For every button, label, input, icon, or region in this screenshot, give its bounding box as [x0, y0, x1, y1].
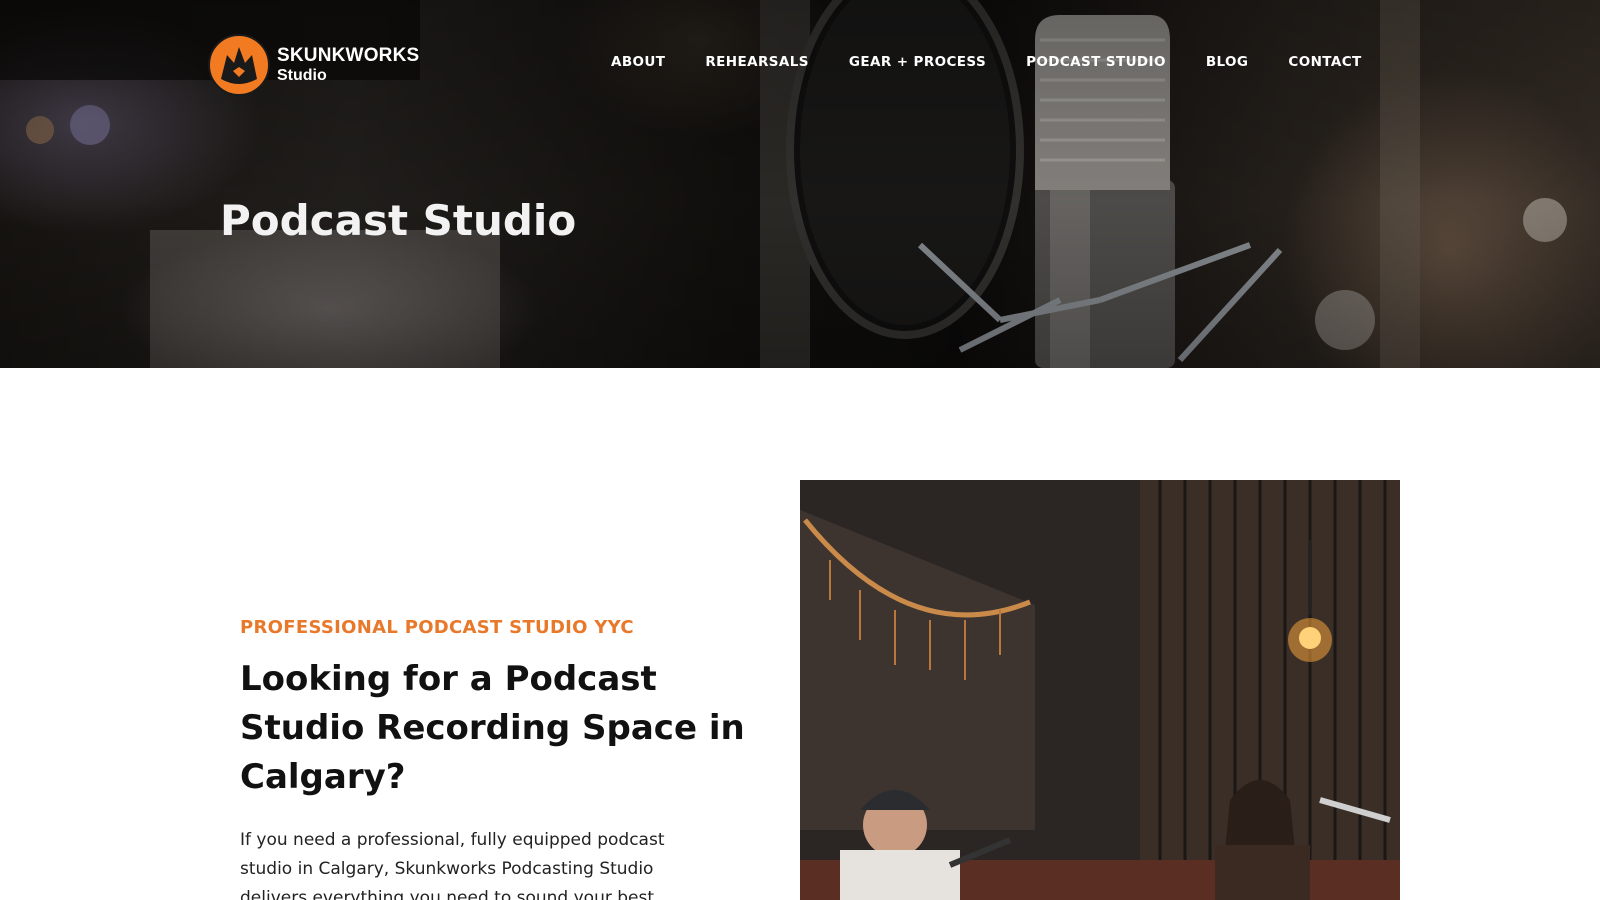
nav-blog[interactable]: BLOG — [1206, 54, 1249, 70]
page-title: Podcast Studio — [220, 196, 577, 245]
logo-wordmark: SKUNKWORKS Studio — [277, 46, 419, 84]
skunk-logo-icon — [208, 34, 270, 96]
section-eyebrow: PROFESSIONAL PODCAST STUDIO YYC — [240, 617, 634, 638]
nav-rehearsals[interactable]: REHEARSALS — [705, 54, 808, 70]
studio-photo-illustration — [800, 480, 1400, 900]
logo-line-1: SKUNKWORKS — [277, 45, 420, 66]
nav-gear-process[interactable]: GEAR + PROCESS — [849, 54, 986, 70]
section-headline: Looking for a Podcast Studio Recording S… — [240, 659, 745, 797]
nav-podcast-studio[interactable]: PODCAST STUDIO — [1026, 54, 1166, 70]
nav-contact[interactable]: CONTACT — [1288, 54, 1361, 70]
logo-line-2: Studio — [277, 67, 327, 84]
hero-banner: SKUNKWORKS Studio ABOUT REHEARSALS GEAR … — [0, 0, 1600, 368]
main-nav: ABOUT REHEARSALS GEAR + PROCESS PODCAST … — [611, 54, 1362, 70]
nav-about[interactable]: ABOUT — [611, 54, 665, 70]
section-body-text: If you need a professional, fully equipp… — [240, 830, 665, 900]
podcast-studio-photo — [800, 480, 1400, 900]
site-logo[interactable]: SKUNKWORKS Studio — [207, 33, 419, 97]
